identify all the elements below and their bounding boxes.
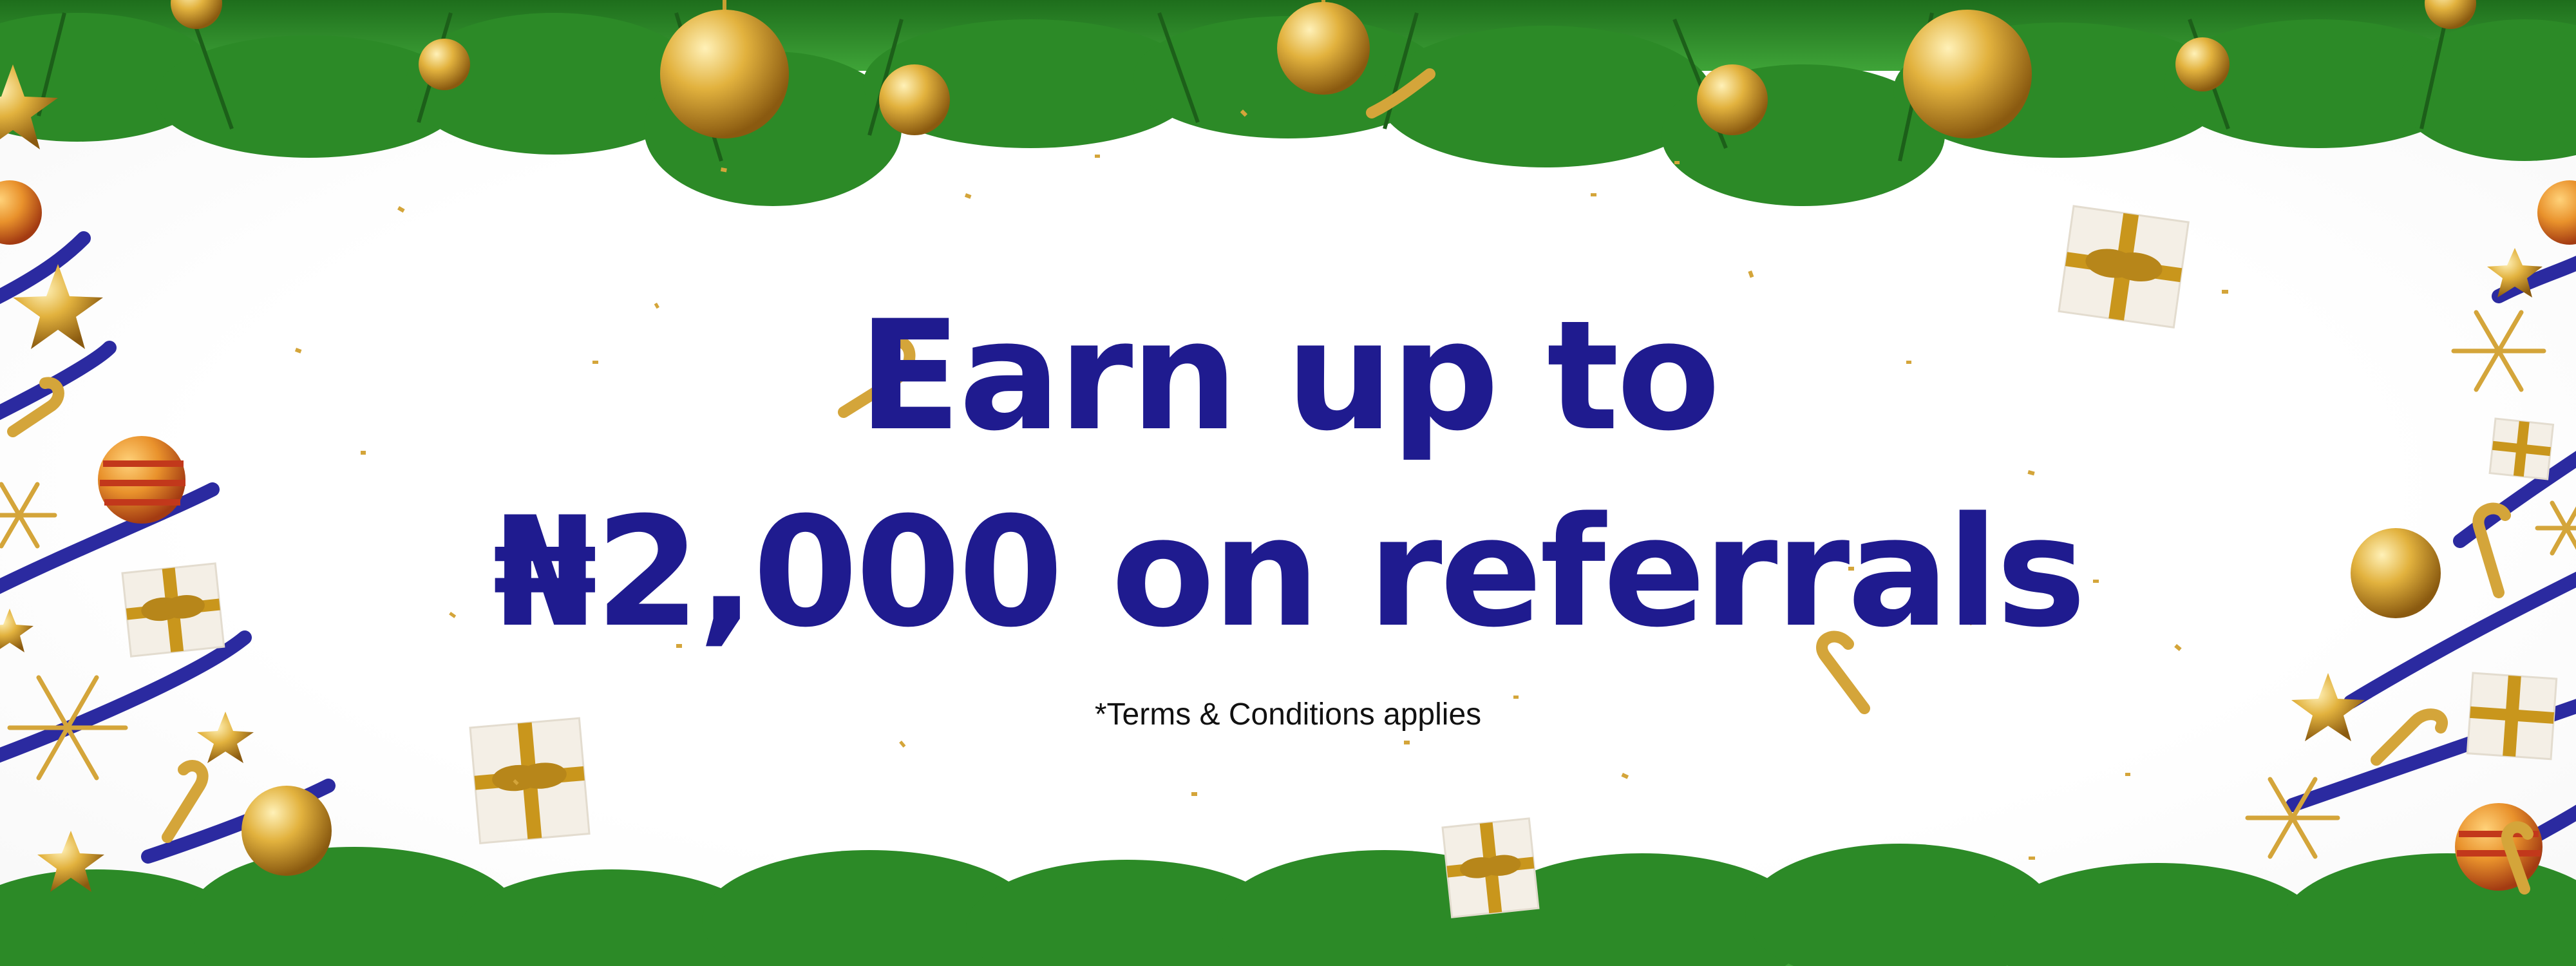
star-icon	[0, 64, 2543, 892]
christmas-decorations	[0, 0, 2576, 966]
candy-cane-icon	[7, 68, 2533, 895]
headline-line-1: Earn up to	[858, 289, 1720, 464]
terms-note: *Terms & Conditions applies	[1094, 697, 1482, 732]
pine-garland-bottom-icon	[0, 844, 2576, 966]
referral-banner: Earn up to ₦2,000 on referrals *Terms & …	[0, 0, 2576, 966]
headline-line-2: ₦2,000 on referrals	[492, 485, 2087, 661]
